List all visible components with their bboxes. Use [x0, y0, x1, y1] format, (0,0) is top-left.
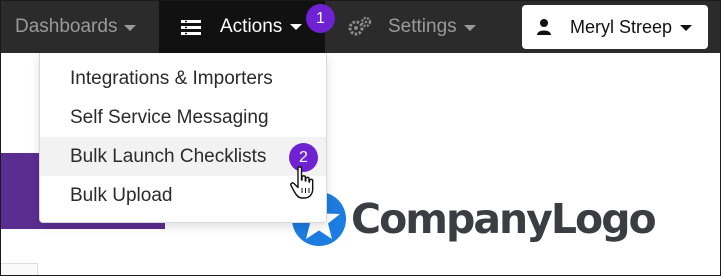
app-window: Dashboards Actions Settings Meryl Streep…: [0, 0, 721, 276]
nav-actions[interactable]: Actions: [159, 1, 325, 53]
caret-down-icon: [124, 25, 137, 31]
user-menu-button[interactable]: Meryl Streep: [522, 5, 708, 49]
gears-icon: [348, 16, 372, 36]
user-icon: [537, 19, 551, 35]
menu-item-label: Integrations & Importers: [70, 67, 273, 89]
background-card: [1, 263, 38, 275]
hand-pointer-icon: [290, 166, 314, 199]
actions-dropdown-menu: Integrations & Importers Self Service Me…: [39, 53, 327, 223]
caret-down-icon: [463, 25, 476, 31]
hamburger-menu-icon: [181, 20, 201, 35]
nav-settings[interactable]: Settings: [348, 1, 476, 53]
company-logo: CompanyLogo: [291, 191, 657, 247]
caret-down-icon: [290, 24, 302, 30]
menu-item-bulk-launch-checklists[interactable]: Bulk Launch Checklists: [40, 137, 326, 176]
menu-item-label: Bulk Launch Checklists: [70, 145, 267, 167]
step-badge-1: 1: [306, 4, 335, 33]
nav-dashboards[interactable]: Dashboards: [15, 1, 137, 53]
user-name: Meryl Streep: [570, 16, 673, 37]
nav-settings-label: Settings: [388, 16, 457, 37]
nav-dashboards-label: Dashboards: [15, 16, 118, 37]
menu-item-integrations-importers[interactable]: Integrations & Importers: [40, 59, 326, 98]
caret-down-icon: [680, 25, 693, 31]
nav-actions-label: Actions: [220, 16, 283, 37]
menu-item-self-service-messaging[interactable]: Self Service Messaging: [40, 98, 326, 137]
menu-item-bulk-upload[interactable]: Bulk Upload: [40, 176, 326, 215]
menu-item-label: Bulk Upload: [70, 184, 173, 206]
menu-item-label: Self Service Messaging: [70, 106, 269, 128]
top-navbar: Dashboards Actions Settings Meryl Streep: [1, 1, 720, 53]
logo-text: CompanyLogo: [351, 195, 657, 243]
